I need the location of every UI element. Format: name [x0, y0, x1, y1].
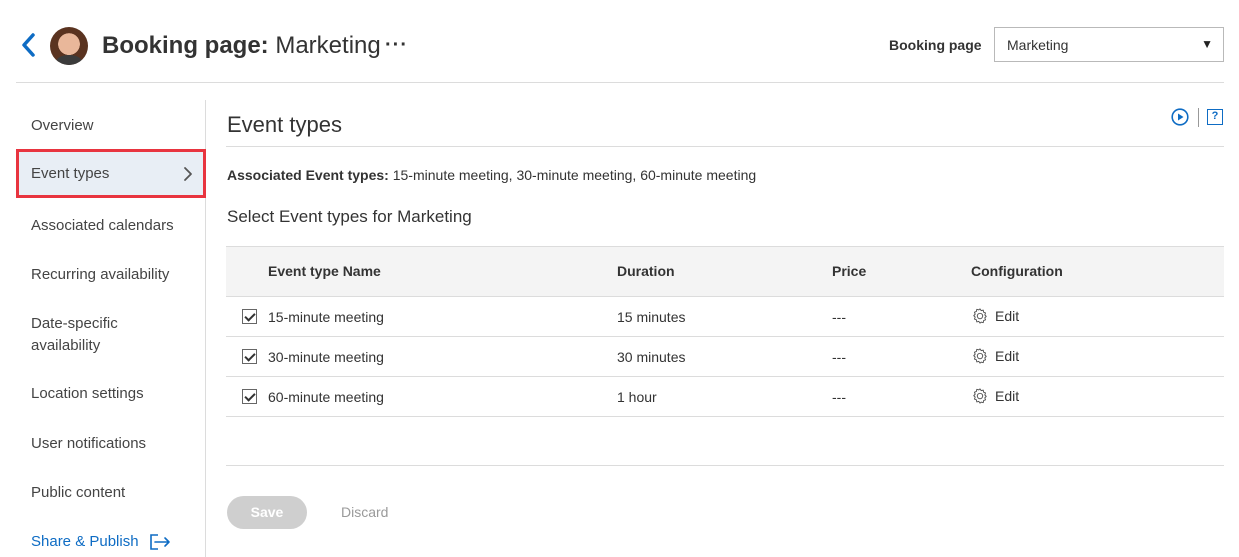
column-header-price: Price [832, 263, 867, 279]
select-event-types-title: Select Event types for Marketing [227, 207, 472, 226]
row-checkbox[interactable] [242, 349, 257, 364]
edit-label: Edit [995, 348, 1020, 364]
sidebar-item-location-settings[interactable]: Location settings [16, 383, 206, 405]
booking-page-label: Booking page [889, 37, 982, 53]
table-row: 60-minute meeting 1 hour --- Edit [226, 377, 1224, 417]
event-type-name: 30-minute meeting [268, 349, 384, 365]
sidebar-item-label: Overview [31, 117, 94, 134]
row-checkbox[interactable] [242, 309, 257, 324]
dropdown-arrow-icon: ▼ [1201, 37, 1213, 51]
table-header: Event type Name Duration Price Configura… [226, 246, 1224, 297]
associated-event-types-value: 15-minute meeting, 30-minute meeting, 60… [392, 167, 757, 183]
help-icon[interactable]: ? [1207, 109, 1223, 125]
edit-label: Edit [995, 308, 1020, 324]
sidebar-item-label: Date-specific availability [31, 315, 118, 354]
event-type-price: --- [832, 349, 846, 365]
sidebar-item-overview[interactable]: Overview [16, 115, 206, 137]
avatar [50, 27, 88, 65]
event-type-price: --- [832, 309, 846, 325]
section-title: Event types [227, 112, 342, 137]
sidebar-item-recurring-availability[interactable]: Recurring availability [16, 264, 206, 286]
sidebar-item-label: Public content [31, 484, 126, 501]
sidebar-item-share-publish[interactable]: Share & Publish [16, 531, 206, 553]
associated-event-types: Associated Event types: 15-minute meetin… [227, 167, 756, 183]
page-header: Booking page: Marketing ··· Booking page… [16, 0, 1224, 83]
event-type-duration: 15 minutes [617, 309, 686, 325]
more-options-button[interactable]: ··· [385, 35, 408, 55]
page-title-prefix: Booking page: [102, 32, 269, 59]
edit-button[interactable]: Edit [971, 347, 1019, 365]
sidebar-item-label: Recurring availability [31, 266, 170, 283]
table-row: 15-minute meeting 15 minutes --- Edit [226, 297, 1224, 337]
sidebar-item-label: Share & Publish [31, 533, 139, 550]
main-content: Event types ? Associated Event types: 15… [226, 100, 1224, 557]
save-button[interactable]: Save [227, 496, 307, 529]
table-row: 30-minute meeting 30 minutes --- Edit [226, 337, 1224, 377]
sidebar-item-label: Location settings [31, 385, 144, 402]
gear-icon [973, 308, 987, 324]
event-type-name: 15-minute meeting [268, 309, 384, 325]
sidebar-item-label: Associated calendars [31, 217, 174, 234]
edit-label: Edit [995, 388, 1020, 404]
sidebar-item-label: Event types [31, 165, 110, 182]
sidebar-nav: Overview Event types Associated calendar… [16, 100, 206, 557]
gear-icon [973, 348, 987, 364]
section-divider [226, 146, 1224, 147]
booking-page-select-value: Marketing [1007, 37, 1069, 53]
event-types-table: Event type Name Duration Price Configura… [226, 246, 1224, 417]
discard-button[interactable]: Discard [341, 504, 388, 520]
row-checkbox[interactable] [242, 389, 257, 404]
sidebar-item-user-notifications[interactable]: User notifications [16, 433, 206, 455]
sidebar-item-event-types[interactable]: Event types [16, 149, 206, 198]
edit-button[interactable]: Edit [971, 307, 1019, 325]
sidebar-item-label: User notifications [31, 435, 147, 452]
sidebar-item-associated-calendars[interactable]: Associated calendars [16, 215, 206, 237]
event-type-price: --- [832, 389, 846, 405]
page-title: Booking page: Marketing [102, 31, 381, 61]
edit-button[interactable]: Edit [971, 387, 1019, 405]
associated-event-types-label: Associated Event types: [227, 167, 389, 183]
gear-icon [973, 388, 987, 404]
sidebar-item-public-content[interactable]: Public content [16, 482, 206, 504]
icon-separator [1198, 108, 1199, 127]
share-export-icon [149, 534, 170, 550]
footer-divider [226, 465, 1224, 466]
page-title-name: Marketing [275, 32, 381, 59]
column-header-duration: Duration [617, 263, 675, 279]
sidebar-item-date-specific-availability[interactable]: Date-specific availability [16, 313, 166, 357]
event-type-duration: 30 minutes [617, 349, 686, 365]
column-header-name: Event type Name [268, 263, 381, 279]
event-type-name: 60-minute meeting [268, 389, 384, 405]
event-type-duration: 1 hour [617, 389, 657, 405]
chevron-right-icon [184, 167, 192, 181]
back-arrow-icon[interactable] [20, 32, 36, 58]
play-video-icon[interactable] [1171, 108, 1189, 126]
column-header-configuration: Configuration [971, 263, 1063, 279]
booking-page-select[interactable]: Marketing ▼ [994, 27, 1224, 62]
